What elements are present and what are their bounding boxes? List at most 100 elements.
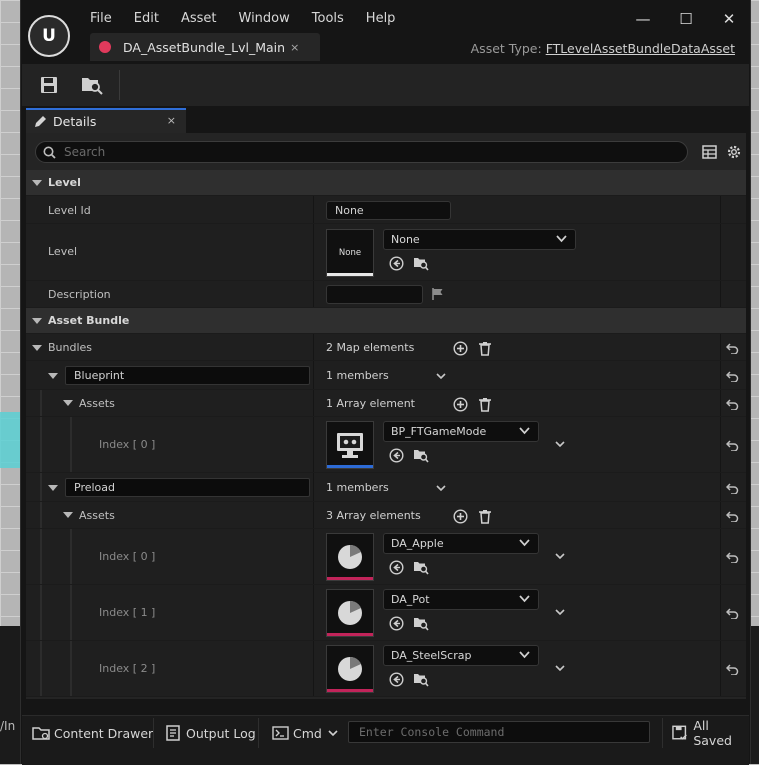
- reset-to-default-button[interactable]: [724, 661, 740, 677]
- close-details-icon[interactable]: ×: [167, 114, 176, 127]
- use-selected-button[interactable]: [387, 254, 405, 272]
- bundles-label: Bundles: [48, 341, 93, 354]
- reset-to-default-button[interactable]: [724, 605, 740, 621]
- search-input[interactable]: Search: [35, 141, 688, 163]
- column-divider: [313, 529, 314, 584]
- bundle-key-field[interactable]: Blueprint: [65, 366, 310, 385]
- data-asset-thumbnail[interactable]: [326, 533, 374, 581]
- reset-to-default-button[interactable]: [724, 340, 740, 356]
- maximize-button[interactable]: ☐: [675, 10, 697, 30]
- output-log-icon: [166, 725, 180, 741]
- browse-level-button[interactable]: [412, 254, 430, 272]
- reset-to-default-button[interactable]: [724, 437, 740, 453]
- gear-icon: [727, 145, 741, 159]
- clear-elements-button[interactable]: [476, 339, 494, 357]
- localization-button[interactable]: [429, 285, 447, 303]
- column-divider: [313, 334, 314, 360]
- expand-arrow-icon[interactable]: [63, 512, 73, 518]
- asset-editor-window: U File Edit Asset Window Tools Help — ☐ …: [20, 0, 751, 765]
- clear-elements-button[interactable]: [476, 395, 494, 413]
- reset-to-default-button[interactable]: [724, 549, 740, 565]
- bundle-entry-preload: Preload 1 members: [26, 473, 746, 502]
- collapse-arrow-icon[interactable]: [32, 180, 42, 186]
- expand-arrow-icon[interactable]: [32, 345, 42, 351]
- menu-help[interactable]: Help: [366, 11, 396, 26]
- gamemode-thumbnail[interactable]: [326, 421, 374, 469]
- browse-asset-button[interactable]: [412, 670, 430, 688]
- element-options-chevron-icon[interactable]: [555, 441, 565, 448]
- add-element-button[interactable]: [451, 507, 469, 525]
- search-placeholder: Search: [64, 145, 106, 159]
- indent-guide: [70, 585, 72, 640]
- menu-window[interactable]: Window: [239, 11, 290, 26]
- asset-dropdown[interactable]: DA_Apple: [383, 533, 539, 554]
- minimize-button[interactable]: —: [632, 10, 654, 30]
- indent-guide: [70, 641, 72, 696]
- asset-type-link[interactable]: FTLevelAssetBundleDataAsset: [546, 41, 735, 56]
- add-element-button[interactable]: [451, 395, 469, 413]
- reset-column-divider: [720, 417, 721, 472]
- asset-dropdown[interactable]: BP_FTGameMode: [383, 421, 539, 442]
- collapse-arrow-icon[interactable]: [32, 318, 42, 324]
- save-status-icon: [672, 725, 687, 740]
- asset-dropdown[interactable]: DA_Pot: [383, 589, 539, 610]
- bundle-key-field[interactable]: Preload: [65, 478, 310, 497]
- level-dropdown[interactable]: None: [383, 229, 576, 250]
- add-element-button[interactable]: [451, 339, 469, 357]
- cmd-selector[interactable]: Cmd: [272, 716, 338, 750]
- asset-type-label: Asset Type:: [470, 41, 542, 56]
- use-selected-button[interactable]: [387, 558, 405, 576]
- menu-tools[interactable]: Tools: [312, 11, 344, 26]
- folder-search-icon: [414, 257, 429, 271]
- save-status-button[interactable]: All Saved: [672, 716, 749, 750]
- level-thumbnail[interactable]: None: [326, 229, 374, 277]
- menu-edit[interactable]: Edit: [134, 11, 159, 26]
- data-asset-thumbnail[interactable]: [326, 589, 374, 637]
- menu-file[interactable]: File: [90, 11, 112, 26]
- asset-dropdown[interactable]: DA_SteelScrap: [383, 645, 539, 666]
- level-thumbnail-bar: [327, 273, 373, 276]
- clear-elements-button[interactable]: [476, 507, 494, 525]
- data-asset-thumbnail[interactable]: [326, 645, 374, 693]
- unreal-logo-icon[interactable]: U: [28, 15, 70, 57]
- reset-column-divider: [720, 334, 721, 360]
- chevron-down-icon[interactable]: [436, 373, 446, 380]
- element-options-chevron-icon[interactable]: [555, 553, 565, 560]
- browse-asset-button[interactable]: [77, 71, 107, 99]
- menu-asset[interactable]: Asset: [181, 11, 217, 26]
- browse-asset-button[interactable]: [412, 614, 430, 632]
- document-tab[interactable]: DA_AssetBundle_Lvl_Main ×: [90, 33, 320, 61]
- description-field[interactable]: [326, 285, 423, 304]
- save-button[interactable]: [34, 71, 64, 99]
- close-tab-icon[interactable]: ×: [290, 41, 299, 54]
- property-bundles: Bundles 2 Map elements: [26, 334, 746, 361]
- browse-asset-button[interactable]: [412, 446, 430, 464]
- element-options-chevron-icon[interactable]: [555, 665, 565, 672]
- close-window-button[interactable]: ✕: [718, 10, 740, 30]
- category-level[interactable]: Level: [26, 170, 746, 196]
- level-id-field[interactable]: None: [326, 201, 451, 220]
- expand-arrow-icon[interactable]: [63, 400, 73, 406]
- use-selected-button[interactable]: [387, 446, 405, 464]
- browse-asset-button[interactable]: [412, 558, 430, 576]
- content-drawer-button[interactable]: Content Drawer: [32, 716, 153, 750]
- use-selected-button[interactable]: [387, 670, 405, 688]
- reset-to-default-button[interactable]: [724, 480, 740, 496]
- output-log-button[interactable]: Output Log: [166, 716, 256, 750]
- element-options-chevron-icon[interactable]: [555, 609, 565, 616]
- category-asset-bundle[interactable]: Asset Bundle: [26, 308, 746, 334]
- chevron-down-icon[interactable]: [436, 485, 446, 492]
- use-selected-button[interactable]: [387, 614, 405, 632]
- chevron-down-icon: [556, 235, 567, 243]
- console-command-input[interactable]: Enter Console Command: [348, 721, 650, 743]
- reset-to-default-button[interactable]: [724, 368, 740, 384]
- settings-button[interactable]: [725, 143, 743, 161]
- reset-to-default-button[interactable]: [724, 396, 740, 412]
- pencil-icon: [35, 115, 46, 127]
- reset-to-default-button[interactable]: [724, 508, 740, 524]
- details-tab[interactable]: Details ×: [26, 108, 186, 133]
- expand-arrow-icon[interactable]: [48, 485, 58, 491]
- expand-arrow-icon[interactable]: [48, 373, 58, 379]
- folder-search-icon: [414, 673, 429, 687]
- table-view-button[interactable]: [700, 143, 718, 161]
